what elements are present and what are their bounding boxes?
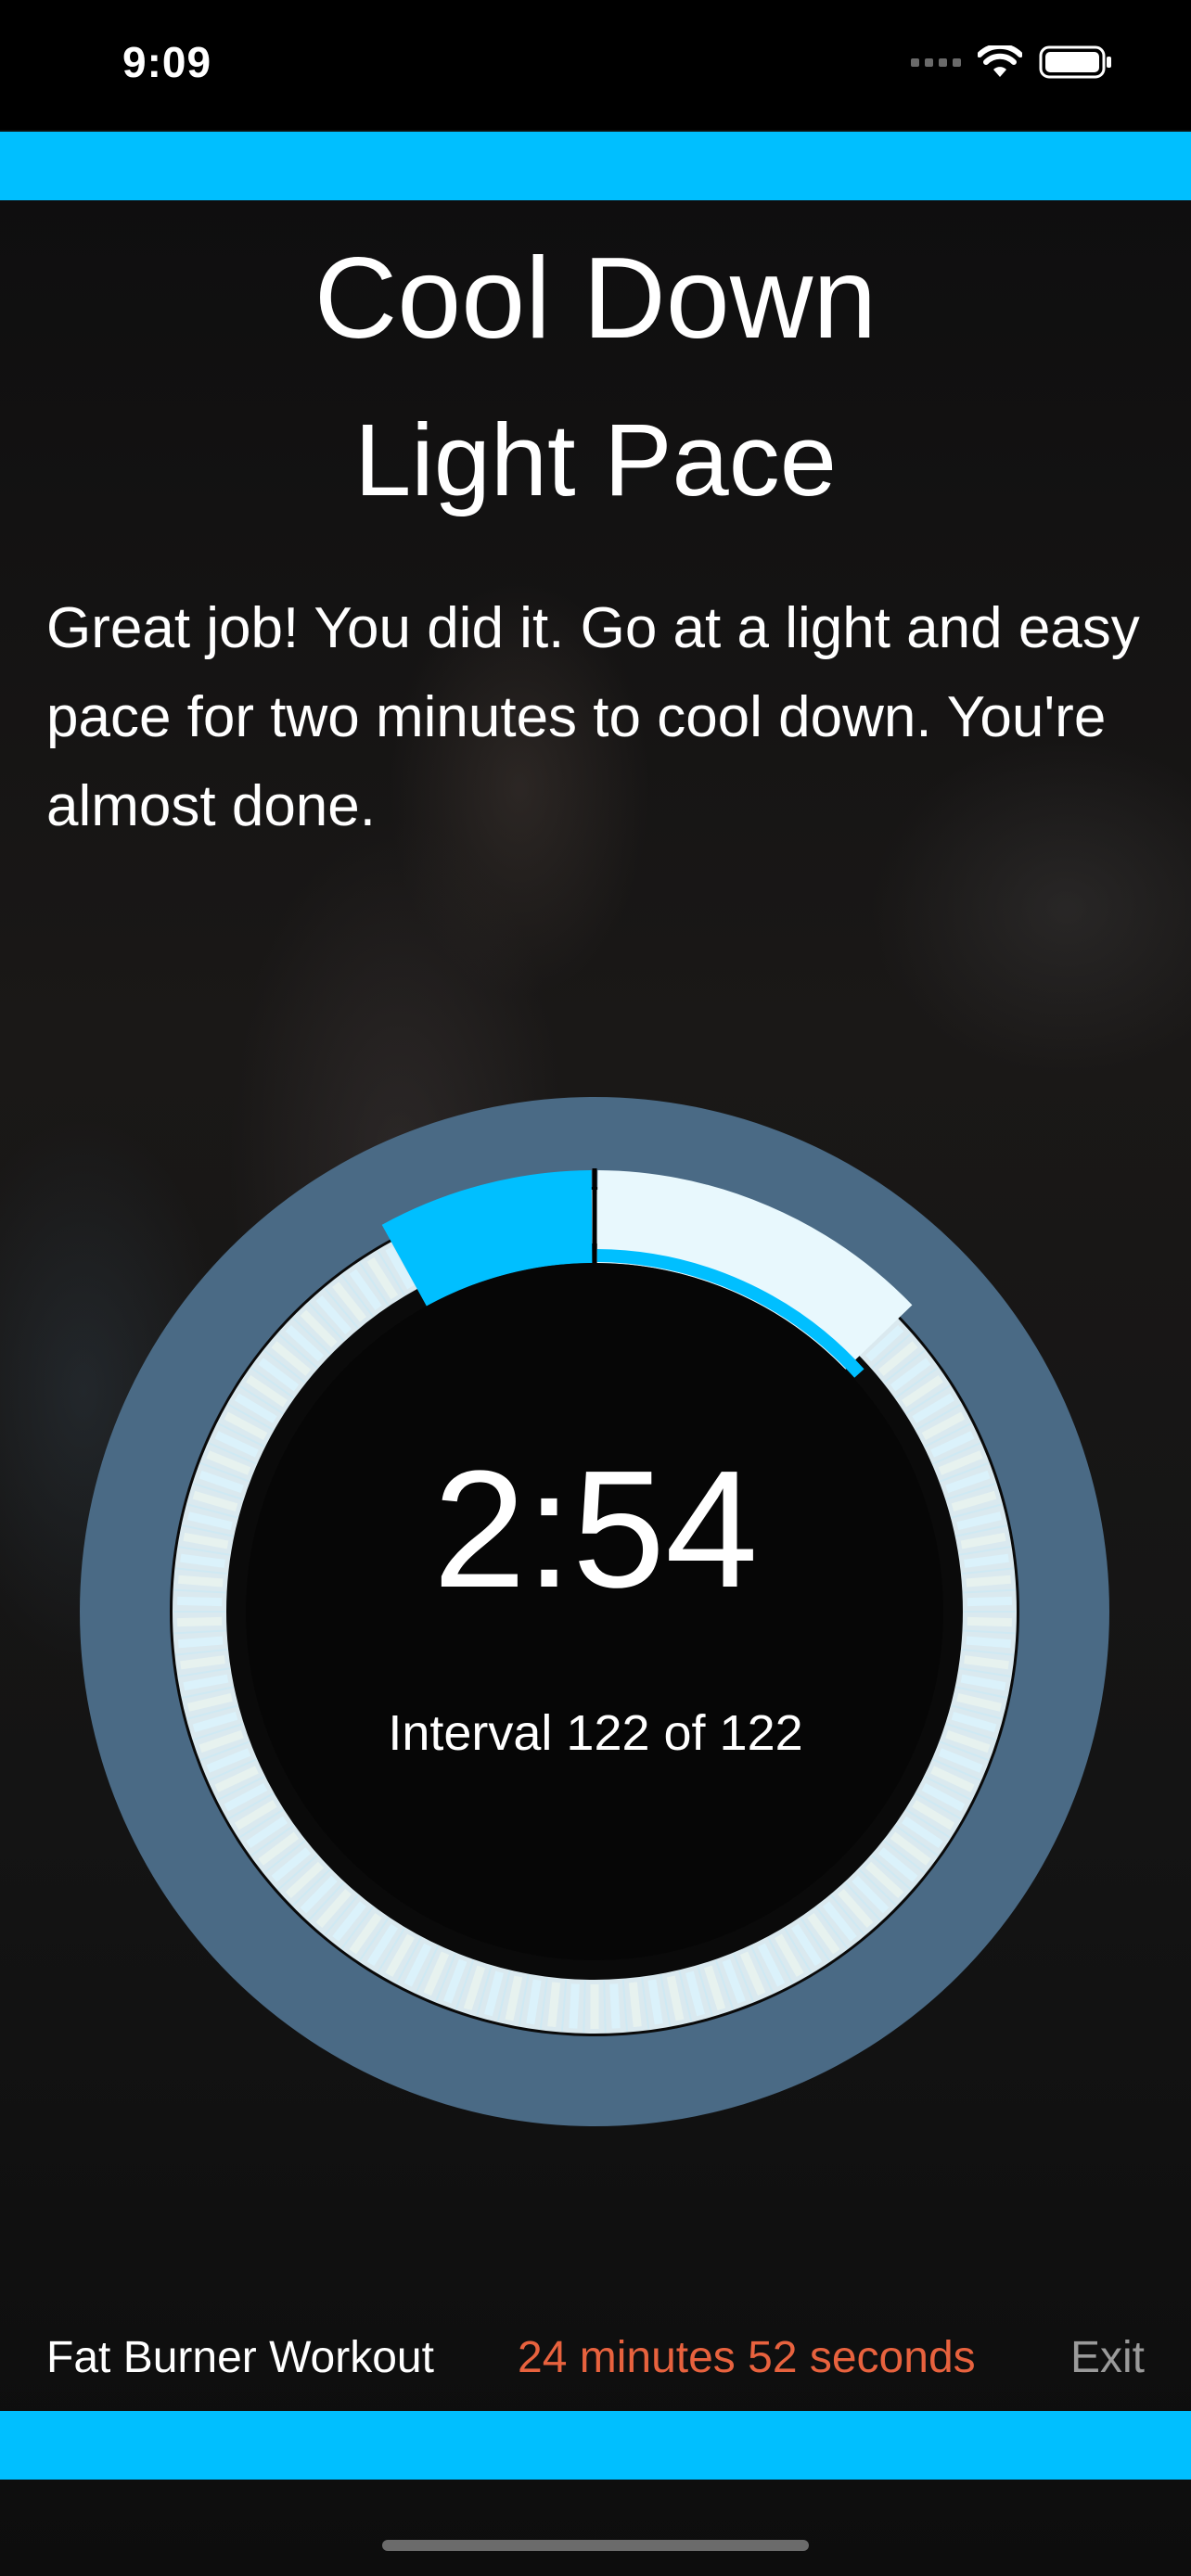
status-time: 9:09 <box>122 38 212 86</box>
home-indicator <box>382 2540 809 2551</box>
battery-icon <box>1039 45 1111 79</box>
instruction-text: Great job! You did it. Go at a light and… <box>46 596 1140 838</box>
intensity-subtitle: Light Pace <box>354 403 837 517</box>
countdown-timer: 2:54 <box>432 1436 759 1623</box>
top-accent-bar <box>0 132 1191 200</box>
footer-bar: Fat Burner Workout 24 minutes 52 seconds… <box>46 2332 1145 2397</box>
total-time-remaining: 24 minutes 52 seconds <box>518 2333 976 2382</box>
status-icons <box>911 45 1113 80</box>
phase-title: Cool Down <box>314 235 877 363</box>
signal-icon <box>911 57 961 67</box>
wifi-icon <box>978 45 1022 77</box>
status-bar: 9:09 <box>0 0 1191 130</box>
bottom-accent-bar <box>0 2411 1191 2480</box>
exit-button[interactable]: Exit <box>1070 2332 1145 2383</box>
interval-counter: Interval 122 of 122 <box>388 1705 803 1761</box>
current-interval-arc <box>381 1170 594 1307</box>
workout-name: Fat Burner Workout <box>46 2333 434 2382</box>
